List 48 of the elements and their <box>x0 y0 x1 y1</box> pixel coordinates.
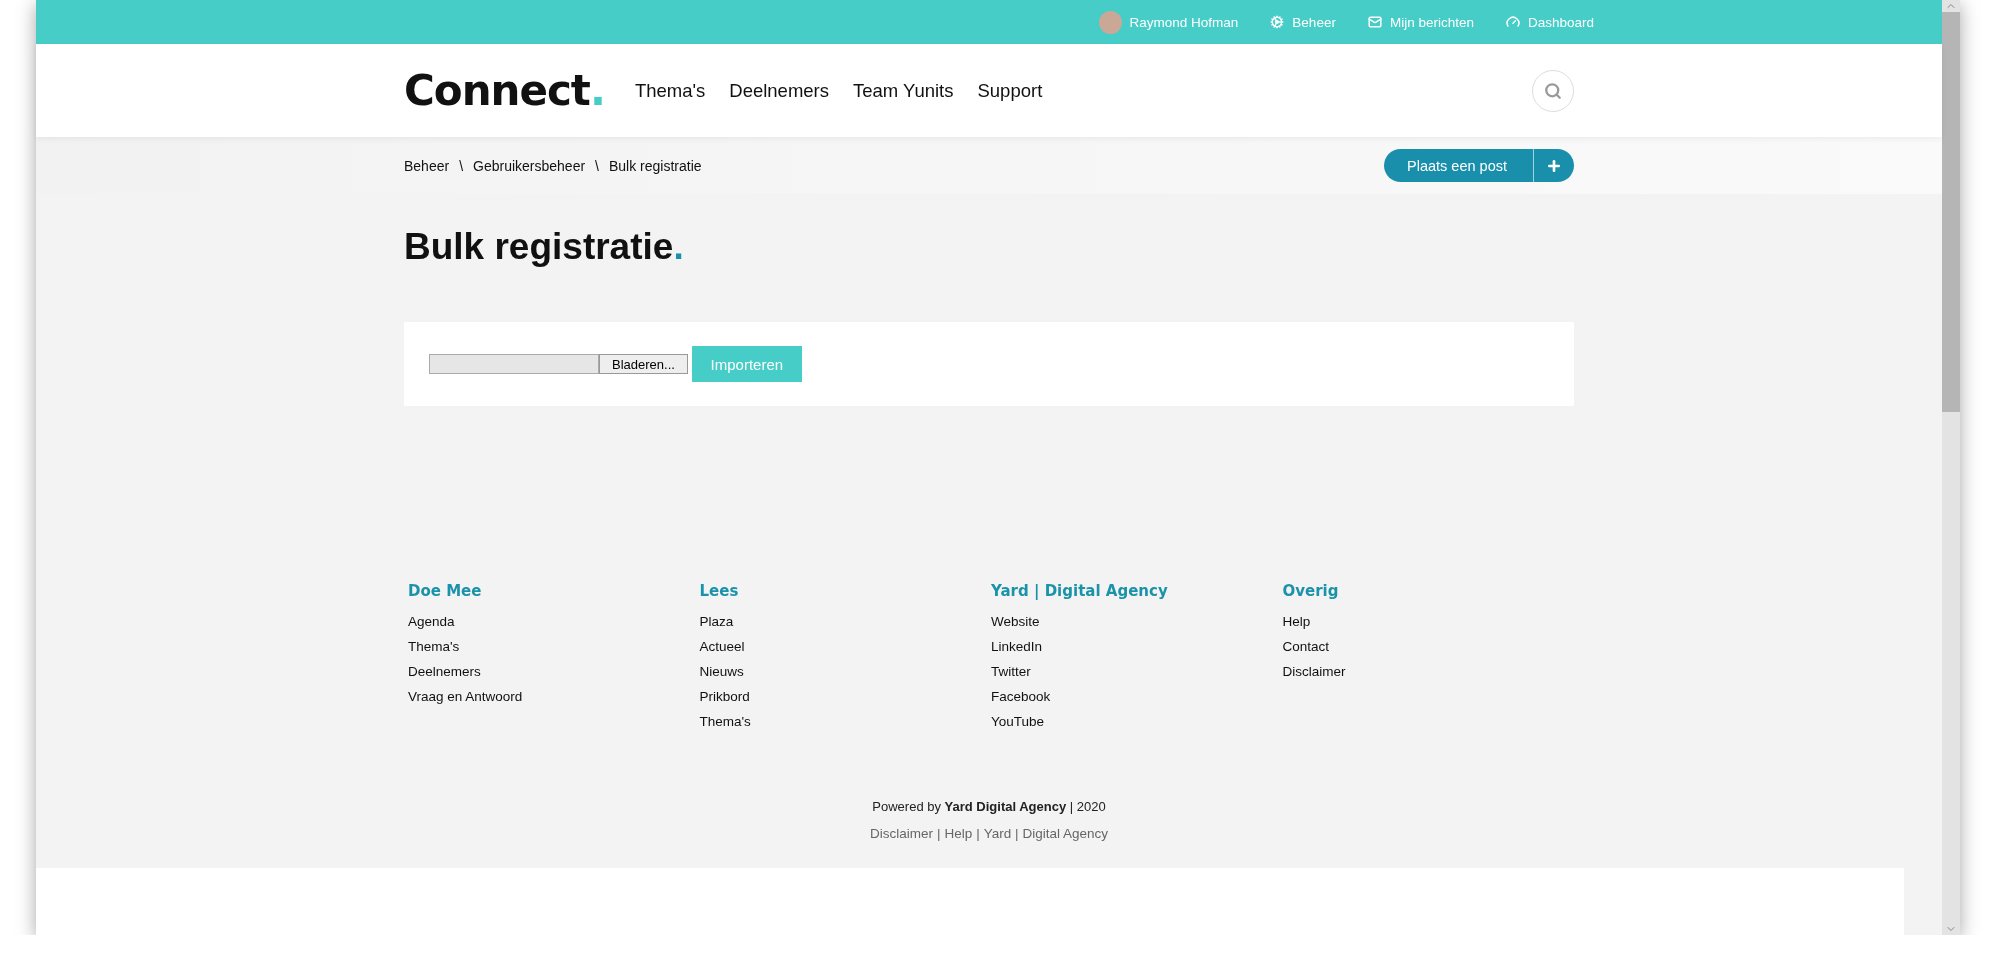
footer-link[interactable]: Plaza <box>699 614 991 629</box>
footer-link[interactable]: YouTube <box>991 714 1283 729</box>
footer-heading: Doe Mee <box>408 582 483 600</box>
post-button[interactable]: Plaats een post <box>1384 149 1574 182</box>
footer-link[interactable]: Agenda <box>408 614 700 629</box>
gauge-icon <box>1505 15 1520 29</box>
footer-link[interactable]: Vraag en Antwoord <box>408 689 700 704</box>
browse-button[interactable]: Bladeren... <box>599 354 688 374</box>
footer-heading: Yard | Digital Agency <box>991 582 1169 600</box>
footer-bottom-link[interactable]: Yard | Digital Agency <box>983 826 1108 841</box>
breadcrumb-link[interactable]: Gebruikersbeheer <box>473 157 586 174</box>
file-input-field[interactable] <box>429 354 599 374</box>
powered-by-text: Powered by Yard Digital Agency | 2020 <box>872 799 1106 814</box>
footer-link[interactable]: Website <box>991 614 1283 629</box>
footer-bottom-link[interactable]: Help <box>944 826 973 841</box>
nav-link[interactable]: Thema's <box>634 79 706 102</box>
footer-link[interactable]: Disclaimer <box>1282 664 1574 679</box>
breadcrumb-separator: \ <box>459 157 464 174</box>
search-icon <box>1544 81 1562 100</box>
footer-link[interactable]: Deelnemers <box>408 664 700 679</box>
nav-link[interactable]: Team Yunits <box>853 79 954 102</box>
link-separator: | <box>976 826 980 841</box>
logo[interactable]: Connect. <box>404 66 605 115</box>
footer-bottom-link[interactable]: Disclaimer <box>870 826 934 841</box>
footer-link[interactable]: Nieuws <box>699 664 991 679</box>
breadcrumb-link[interactable]: Beheer <box>404 157 450 174</box>
footer-link[interactable]: Prikbord <box>699 689 991 704</box>
footer-link[interactable]: Facebook <box>991 689 1283 704</box>
link-separator: | <box>937 826 941 841</box>
scrollbar[interactable] <box>1942 0 1960 935</box>
search-button[interactable] <box>1532 69 1574 112</box>
footer-link[interactable]: Twitter <box>991 664 1283 679</box>
footer-link[interactable]: LinkedIn <box>991 639 1283 654</box>
footer-link[interactable]: Help <box>1282 614 1574 629</box>
plus-icon <box>1546 157 1562 174</box>
avatar <box>1098 10 1122 34</box>
breadcrumb-separator: \ <box>595 157 599 174</box>
footer-link[interactable]: Thema's <box>699 714 991 729</box>
breadcrumb-link[interactable]: Bulk registratie <box>609 157 702 174</box>
footer-link[interactable]: Thema's <box>408 639 700 654</box>
footer-heading: Overig <box>1282 582 1340 600</box>
footer-heading: Lees <box>699 582 740 600</box>
nav-link[interactable]: Deelnemers <box>729 79 830 102</box>
nav-link[interactable]: Support <box>977 79 1043 102</box>
footer-link[interactable]: Actueel <box>699 639 991 654</box>
footer-link[interactable]: Contact <box>1282 639 1574 654</box>
page-title: Bulk registratie. <box>404 226 685 268</box>
envelope-icon <box>1367 15 1382 29</box>
